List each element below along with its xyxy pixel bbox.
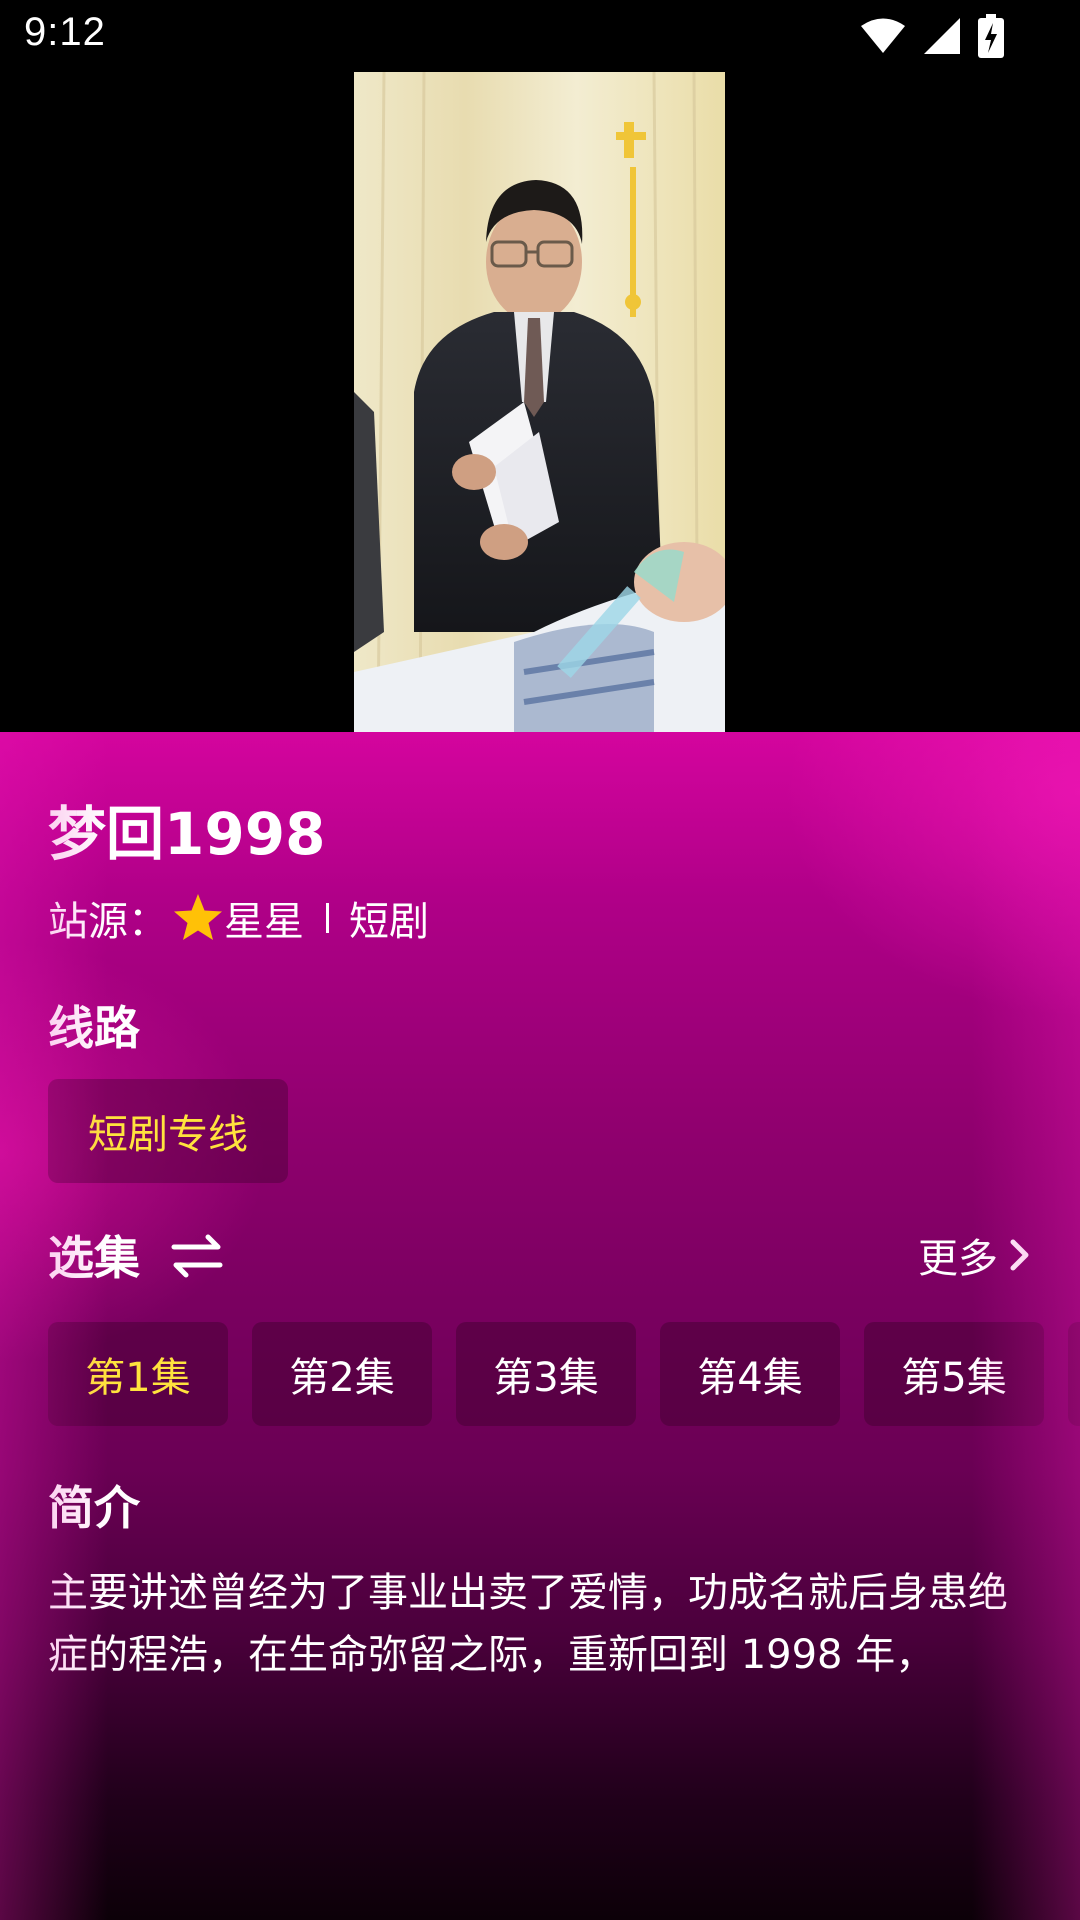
episodes-heading: 选集	[48, 1231, 140, 1285]
source-category: 短剧	[349, 899, 429, 945]
source-name[interactable]: 星星	[224, 889, 304, 947]
more-label: 更多	[918, 1236, 998, 1282]
episode-list: 第1集 第2集 第3集 第4集 第5集	[48, 1322, 1080, 1426]
sort-swap-icon[interactable]	[170, 1232, 224, 1280]
battery-charging-icon	[978, 14, 1004, 58]
chevron-right-icon	[1010, 1239, 1029, 1271]
video-thumbnail-image	[354, 72, 725, 732]
star-icon	[174, 894, 222, 940]
episode-button-3[interactable]: 第3集	[456, 1322, 636, 1426]
status-icons	[860, 14, 1004, 58]
episode-button-partial[interactable]	[1068, 1322, 1080, 1426]
source-divider	[326, 903, 329, 933]
episode-button-2[interactable]: 第2集	[252, 1322, 432, 1426]
show-title: 梦回1998	[48, 800, 326, 868]
status-bar: 9:12	[0, 0, 1080, 72]
video-frame[interactable]	[354, 72, 725, 732]
synopsis-heading: 简介	[48, 1481, 140, 1535]
more-episodes-link[interactable]: 更多	[918, 1226, 1032, 1284]
wifi-icon	[861, 18, 905, 53]
synopsis-text: 主要讲述曾经为了事业出卖了爱情，功成名就后身患绝症的程浩，在生命弥留之际，重新回…	[48, 1570, 1008, 1678]
routes-heading: 线路	[48, 1001, 140, 1055]
screen: 9:12 梦回1998 站源： 星星 短剧 线路 短剧专线 选集 更多 第1集 …	[0, 0, 1080, 1920]
episodes-header: 选集 更多	[48, 1222, 1032, 1292]
episode-button-1[interactable]: 第1集	[48, 1322, 228, 1426]
source-row: 站源： 星星 短剧	[48, 890, 429, 946]
source-label: 站源：	[48, 899, 168, 945]
episode-button-4[interactable]: 第4集	[660, 1322, 840, 1426]
details-panel: 梦回1998 站源： 星星 短剧 线路 短剧专线 选集 更多 第1集 第2集 第…	[0, 732, 1080, 1920]
route-button-short-drama[interactable]: 短剧专线	[48, 1079, 288, 1183]
status-time: 9:12	[24, 10, 106, 54]
cellular-signal-icon	[924, 18, 960, 54]
video-player[interactable]	[0, 72, 1080, 732]
episode-button-5[interactable]: 第5集	[864, 1322, 1044, 1426]
